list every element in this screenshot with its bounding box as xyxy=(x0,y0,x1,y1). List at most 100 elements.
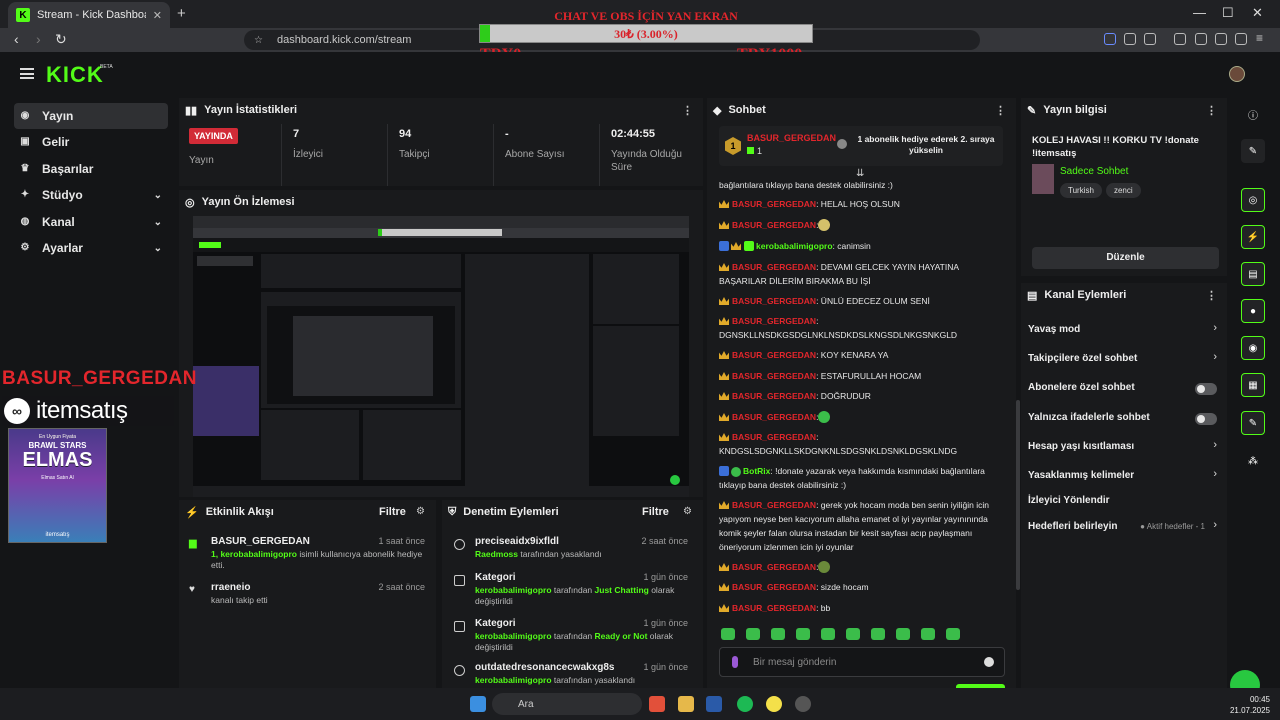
more-options-icon[interactable]: ⋮ xyxy=(682,104,693,117)
translate-icon[interactable] xyxy=(1104,33,1116,45)
reload-icon[interactable]: ↻ xyxy=(55,31,67,48)
layout-icon[interactable]: ▦ xyxy=(1241,373,1265,397)
account-age-row[interactable]: Hesap yaşı kısıtlaması › xyxy=(1021,435,1227,459)
chat-message: kerobabalimigopro: canimsin xyxy=(719,239,1001,253)
extensions-icon[interactable] xyxy=(1124,33,1136,45)
chat-bubble-icon[interactable]: ● xyxy=(1241,299,1265,323)
wrench-icon[interactable]: ✎ xyxy=(1241,411,1265,435)
chat-message: BASUR_GERGEDAN: KOY KENARA YA xyxy=(719,348,1001,362)
share-icon[interactable]: ⁂ xyxy=(1241,449,1265,473)
chat-input[interactable]: Bir mesaj gönderin xyxy=(719,647,1005,677)
ban-icon xyxy=(454,665,465,676)
wallet-icon[interactable] xyxy=(1195,33,1207,45)
camera-icon[interactable]: ◎ xyxy=(1241,188,1265,212)
info-icon[interactable]: ⓘ xyxy=(1241,102,1265,126)
emotes-only-toggle[interactable] xyxy=(1195,413,1217,425)
back-icon[interactable]: ‹ xyxy=(14,31,19,47)
panel-header: ✎ Yayın bilgisi ⋮ xyxy=(1021,98,1227,122)
more-options-icon[interactable]: ⋮ xyxy=(1206,104,1217,117)
goals-row[interactable]: Hedefleri belirleyin ● Aktif hedefler - 1… xyxy=(1021,515,1227,539)
banned-words-row[interactable]: Yasaklanmış kelimeler › xyxy=(1021,464,1227,488)
minimize-icon[interactable]: — xyxy=(1193,5,1206,20)
emote-button[interactable] xyxy=(846,628,860,640)
category-name[interactable]: Sadece Sohbet xyxy=(1060,166,1128,177)
windows-start-icon[interactable] xyxy=(470,696,486,712)
emote-button[interactable] xyxy=(921,628,935,640)
taskbar-search[interactable]: Ara xyxy=(492,693,642,715)
scrollbar[interactable] xyxy=(1016,400,1020,590)
subscribers-only-toggle[interactable] xyxy=(1195,383,1217,395)
more-options-icon[interactable]: ⋮ xyxy=(995,104,1006,117)
user-avatar[interactable] xyxy=(1229,66,1245,82)
kick-logo[interactable]: KICK xyxy=(46,62,104,88)
edit-icon[interactable]: ✎ xyxy=(1241,139,1265,163)
new-tab-icon[interactable]: + xyxy=(177,5,186,22)
info-icon xyxy=(837,139,847,149)
gift-icon: ▆ xyxy=(189,538,197,549)
maximize-icon[interactable]: ☐ xyxy=(1222,5,1234,21)
edit-button[interactable]: Düzenle xyxy=(1032,247,1219,269)
emote-button[interactable] xyxy=(946,628,960,640)
ai-icon[interactable] xyxy=(1215,33,1227,45)
filter-button[interactable]: Filtre xyxy=(379,506,406,518)
forward-icon[interactable]: › xyxy=(36,31,41,47)
emote-button[interactable] xyxy=(746,628,760,640)
more-options-icon[interactable]: ⋮ xyxy=(1206,289,1217,302)
screenshot-icon[interactable] xyxy=(1144,33,1156,45)
chat-message: BASUR_GERGEDAN: sizde hocam xyxy=(719,580,1001,594)
chevron-down-icon: ⌄ xyxy=(153,189,162,201)
sidebar-item-gelir[interactable]: ▣ Gelir xyxy=(14,129,168,155)
document-icon[interactable]: ▤ xyxy=(1241,262,1265,286)
stat-value: 94 xyxy=(399,128,412,140)
window-close-icon[interactable]: ✕ xyxy=(1252,5,1263,21)
chat-message: bağlantılara tıklayıp bana destek olabil… xyxy=(719,180,893,190)
slow-mode-row[interactable]: Yavaş mod › xyxy=(1021,318,1227,342)
sidebar-item-ayarlar[interactable]: ⚙ Ayarlar ⌄ xyxy=(14,235,168,261)
channel-icon: ◍ xyxy=(20,216,30,227)
divider xyxy=(599,124,600,186)
browser-tab[interactable]: K Stream - Kick Dashboard ✕ xyxy=(8,2,170,28)
filter-icon[interactable]: ⚙ xyxy=(683,506,692,517)
gift-leaderboard-banner[interactable]: 1 BASUR_GERGEDAN 1 1 abonelik hediye ede… xyxy=(719,126,1003,166)
followers-only-row[interactable]: Takipçilere özel sohbet › xyxy=(1021,347,1227,371)
hamburger-menu-icon[interactable] xyxy=(20,68,34,79)
sidebar-toggle-icon[interactable] xyxy=(1174,33,1186,45)
emote-button[interactable] xyxy=(721,628,735,640)
broadcast-icon[interactable]: ◉ xyxy=(1241,336,1265,360)
menu-icon[interactable]: ≡ xyxy=(1256,31,1268,45)
lightning-icon[interactable]: ⚡ xyxy=(1241,225,1265,249)
emote-button[interactable] xyxy=(771,628,785,640)
obs-icon[interactable] xyxy=(795,696,811,712)
moderation-name: outdatedresonancecwakxg8s xyxy=(475,662,615,673)
sidebar-item-studyo[interactable]: ✦ Stüdyo ⌄ xyxy=(14,182,168,208)
folder-icon[interactable] xyxy=(678,696,694,712)
sidebar-item-label: Yayın xyxy=(42,109,74,123)
snapchat-icon[interactable] xyxy=(766,696,782,712)
microphone-icon[interactable] xyxy=(732,656,738,668)
ad-line: Elmas Satın Al xyxy=(41,475,74,481)
filter-icon[interactable]: ⚙ xyxy=(416,506,425,517)
vpn-icon[interactable] xyxy=(1235,33,1247,45)
steam-icon[interactable] xyxy=(706,696,722,712)
spotify-icon[interactable] xyxy=(737,696,753,712)
emote-button[interactable] xyxy=(796,628,810,640)
chat-icon: ◆ xyxy=(713,104,722,117)
emote-button[interactable] xyxy=(896,628,910,640)
bookmark-icon[interactable]: ☆ xyxy=(254,35,263,46)
panel-title: Yayın Ön İzlemesi xyxy=(201,196,295,208)
sidebar-item-basarilar[interactable]: ♛ Başarılar xyxy=(14,156,168,182)
taskbar-clock[interactable]: 00:45 21.07.2025 xyxy=(1222,694,1270,716)
sidebar-item-kanal[interactable]: ◍ Kanal ⌄ xyxy=(14,209,168,235)
emote-button[interactable] xyxy=(821,628,835,640)
brave-icon[interactable] xyxy=(649,696,665,712)
stream-preview-video[interactable] xyxy=(193,216,689,497)
emote-button[interactable] xyxy=(871,628,885,640)
panel-header: ▮▮ Yayın İstatistikleri ⋮ xyxy=(179,98,703,122)
filter-button[interactable]: Filtre xyxy=(642,506,669,518)
pinned-text: 1 abonelik hediye ederek 2. sıraya yükse… xyxy=(857,134,995,155)
emoji-icon[interactable] xyxy=(984,657,994,667)
category-thumbnail xyxy=(1032,164,1054,194)
host-row[interactable]: İzleyici Yönlendir xyxy=(1021,489,1227,513)
sidebar-item-yayin[interactable]: ◉ Yayın xyxy=(14,103,168,129)
tab-close-icon[interactable]: ✕ xyxy=(153,9,162,22)
